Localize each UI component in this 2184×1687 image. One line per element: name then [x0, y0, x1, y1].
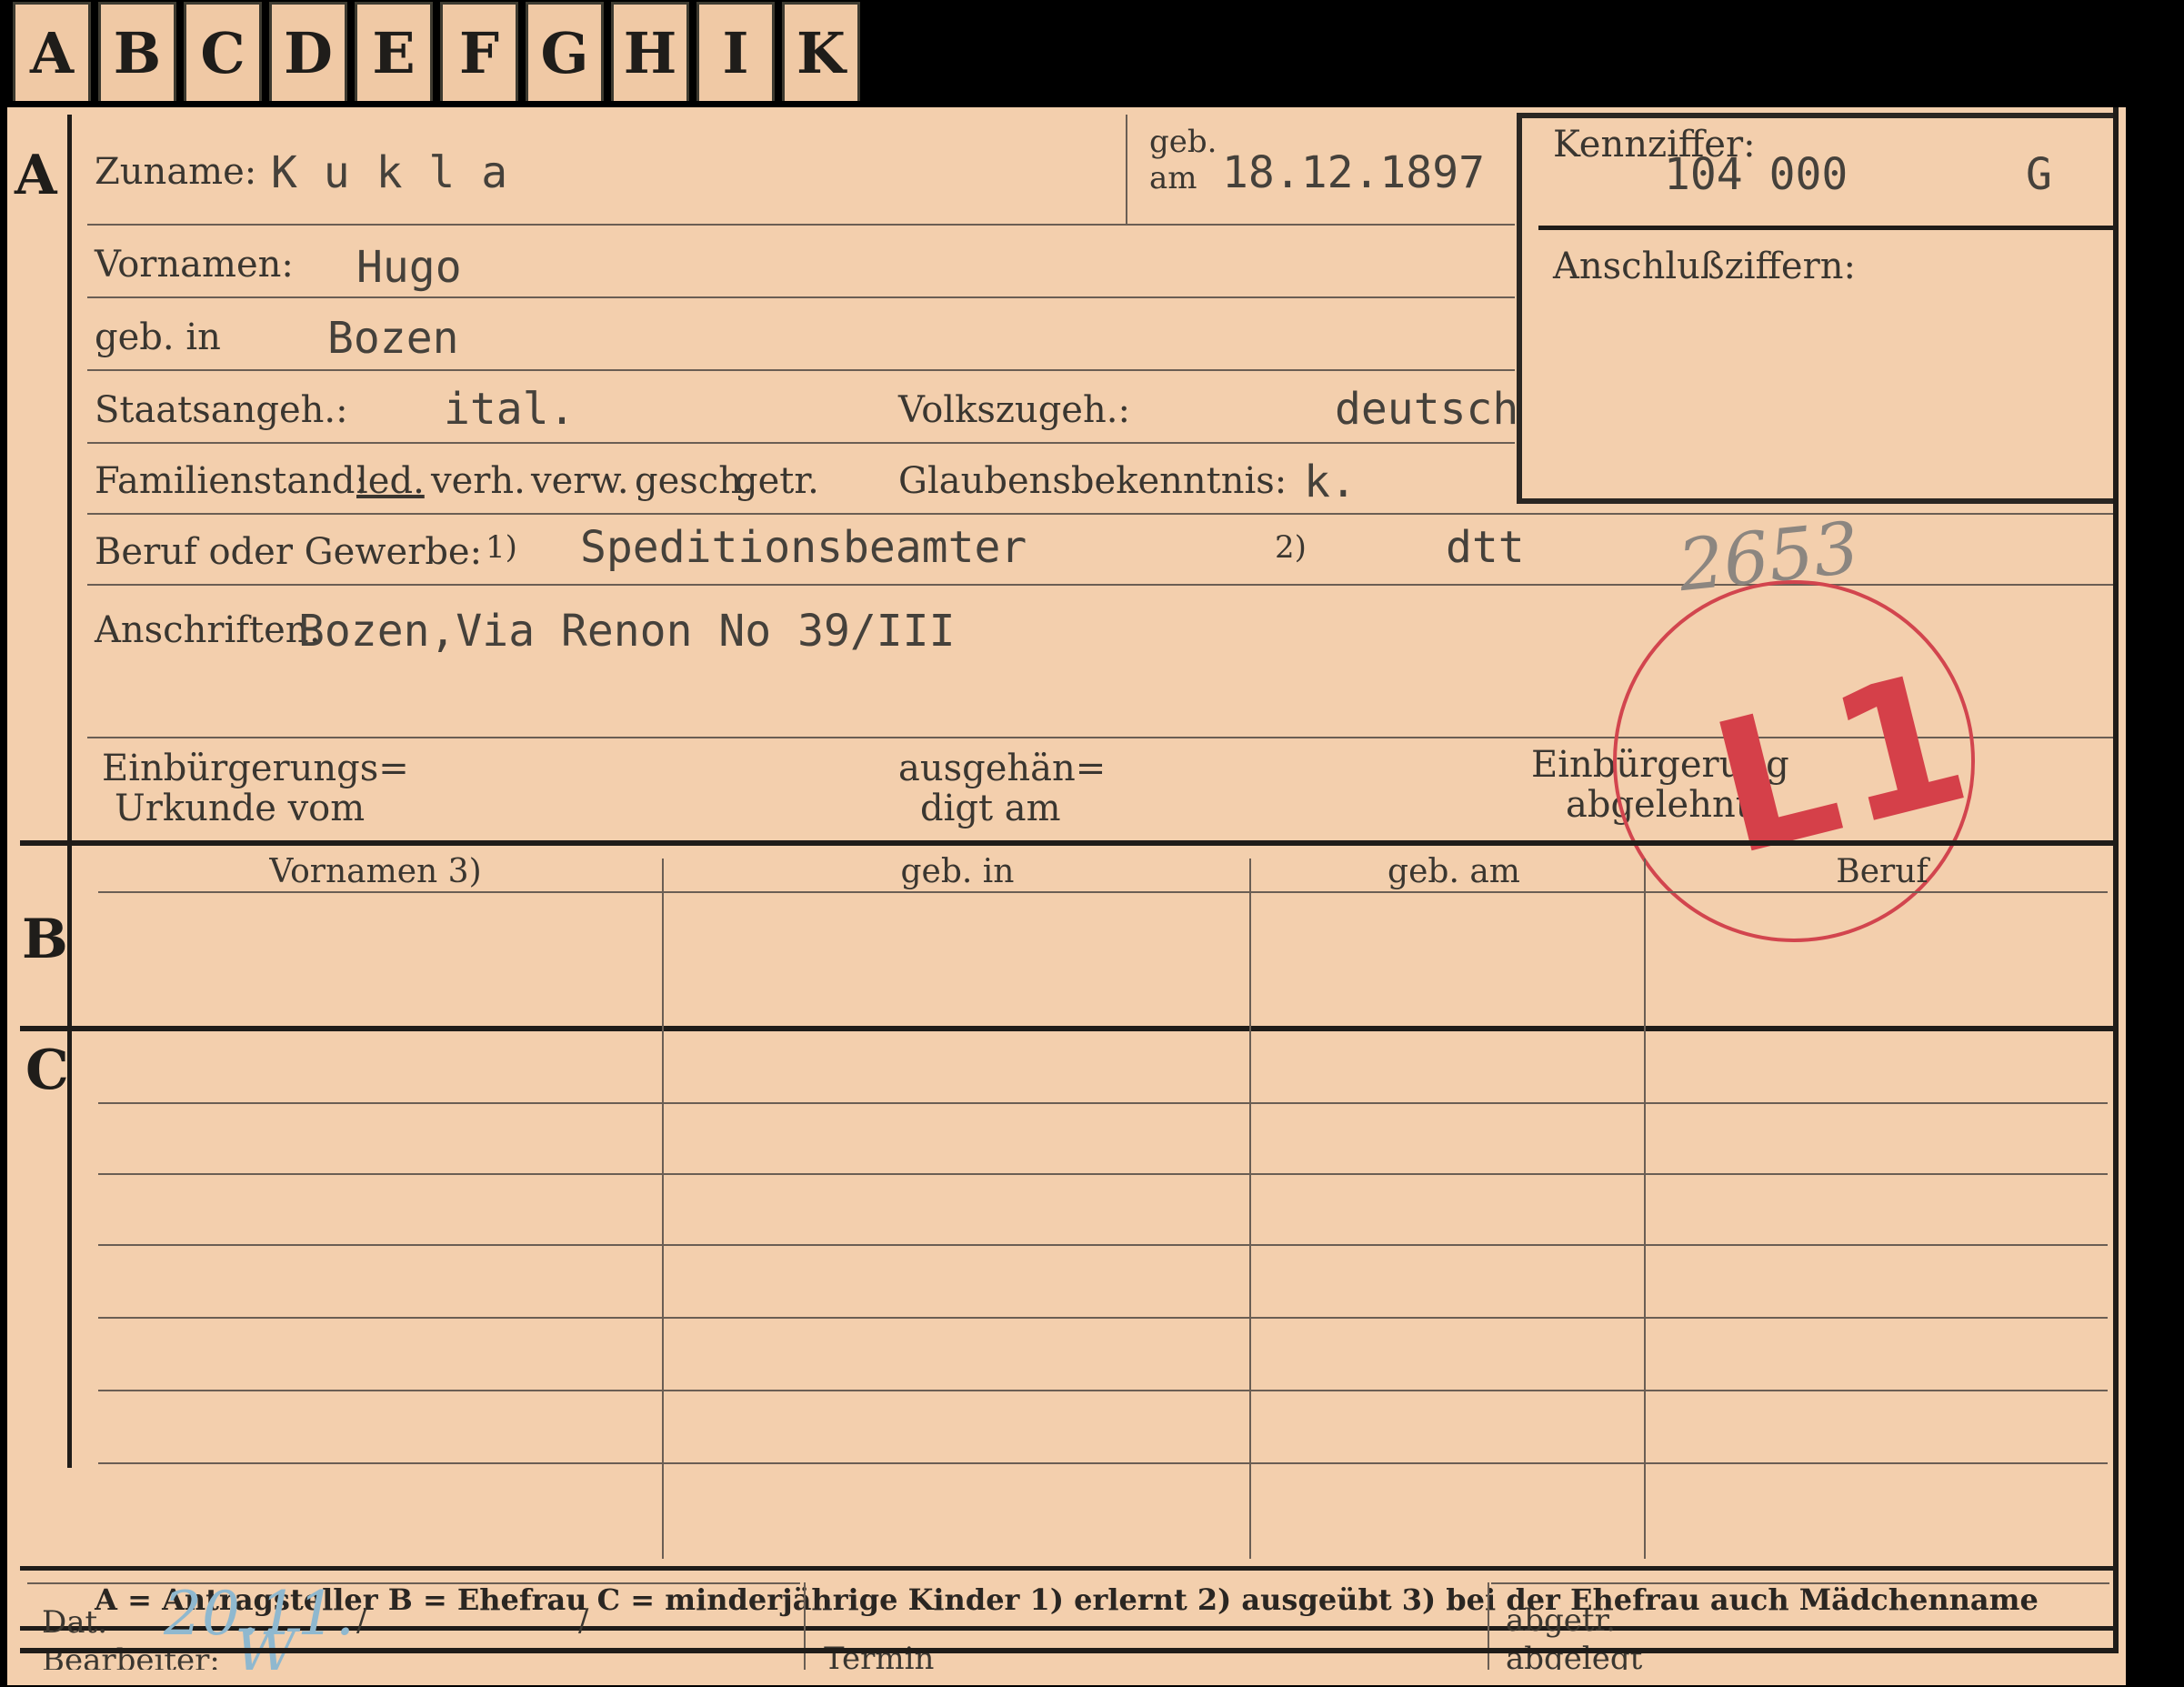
einbuergerungs-label: Einbürgerungs= — [102, 748, 409, 789]
dat-separator: / — [578, 1602, 589, 1639]
am-label: am — [1149, 160, 1197, 196]
section-b-letter: B — [22, 908, 68, 971]
anschriften-label: Anschriften: — [95, 609, 322, 651]
index-tab[interactable]: A — [13, 2, 91, 101]
rule — [87, 296, 1515, 298]
section-c-letter: C — [25, 1039, 69, 1102]
beruf-label: Beruf oder Gewerbe: — [95, 531, 483, 573]
index-tab[interactable]: D — [269, 2, 347, 101]
rule — [27, 1582, 800, 1584]
kennziffer-value: 104 000 — [1664, 149, 1848, 200]
familienstand-option: verh. — [431, 460, 526, 502]
rule — [87, 369, 1515, 371]
ausgehaen-label: ausgehän= — [898, 748, 1107, 789]
abgetr-label: abgetr. — [1506, 1602, 1616, 1639]
urkunde-label: Urkunde vom — [115, 788, 366, 829]
card-bottom-border — [20, 1648, 2113, 1653]
legend-top-border — [20, 1566, 2113, 1571]
glaubens-label: Glaubensbekenntnis: — [898, 460, 1287, 502]
card-bottom-strip — [7, 1670, 2126, 1685]
familienstand-option: verw. — [531, 460, 629, 502]
column-header-geb-am: geb. am — [1388, 853, 1520, 890]
dat-value: 20.11. — [164, 1579, 355, 1649]
rule — [98, 1173, 2108, 1175]
divider — [1126, 115, 1127, 224]
rule — [98, 1102, 2108, 1104]
section-b-top-border — [20, 840, 2113, 846]
staatsangeh-value: ital. — [444, 384, 576, 435]
zuname-value: K u k l a — [271, 147, 508, 198]
geb-in-value: Bozen — [327, 313, 459, 364]
dat-separator: / — [356, 1602, 367, 1639]
anschriften-value: Bozen,Via Renon No 39/III — [298, 606, 956, 657]
beruf-value1: Speditionsbeamter — [580, 522, 1027, 573]
column-divider — [662, 859, 664, 1559]
column-divider — [1644, 859, 1646, 1559]
column-divider — [804, 1582, 806, 1646]
index-tabs: A B C D E F G H I K — [13, 2, 867, 109]
registration-card: A Zuname: K u k l a geb. am 18.12.1897 K… — [7, 107, 2126, 1687]
beruf-note2: 2) — [1275, 529, 1307, 566]
rule — [98, 1390, 2108, 1391]
section-a-letter: A — [15, 144, 57, 207]
staatsangeh-label: Staatsangeh.: — [95, 389, 348, 431]
familienstand-option-selected: led. — [356, 460, 425, 502]
volkszugeh-value: deutsch — [1335, 384, 1519, 435]
section-c-top-border — [20, 1026, 2113, 1031]
vornamen-value: Hugo — [356, 242, 462, 293]
index-tab[interactable]: E — [355, 2, 433, 101]
index-tab[interactable]: B — [98, 2, 176, 101]
column-header-beruf: Beruf — [1836, 853, 1929, 890]
section-a-left-border — [67, 115, 72, 1468]
familienstand-label: Familienstand: — [95, 460, 367, 502]
vornamen-label: Vornamen: — [95, 244, 294, 286]
rule — [98, 1244, 2108, 1246]
beruf-note1: 1) — [486, 529, 517, 566]
column-header-geb-in: geb. in — [900, 853, 1015, 890]
beruf-value2: dtt — [1446, 522, 1525, 573]
index-tab[interactable]: K — [782, 2, 860, 101]
rule — [1491, 1582, 2109, 1584]
rule — [98, 891, 2108, 893]
column-header-vornamen: Vornamen 3) — [269, 853, 482, 890]
index-tab[interactable]: C — [184, 2, 262, 101]
kennziffer-suffix: G — [2026, 149, 2052, 200]
rule — [87, 442, 1515, 444]
birth-date-value: 18.12.1897 — [1222, 147, 1485, 198]
card-right-border — [2113, 107, 2119, 1653]
index-tab[interactable]: I — [696, 2, 775, 101]
dat-label: Dat. — [42, 1604, 108, 1641]
rule — [98, 1317, 2108, 1319]
zuname-label: Zuname: — [95, 151, 257, 193]
geb-in-label: geb. in — [95, 316, 221, 358]
anschluss-label: Anschlußziffern: — [1553, 246, 1856, 287]
familienstand-option: getr. — [735, 460, 819, 502]
geb-label: geb. — [1149, 124, 1217, 160]
rule — [87, 224, 1515, 226]
kennziffer-divider — [1538, 226, 2113, 230]
column-divider — [1249, 859, 1251, 1559]
index-tab[interactable]: F — [440, 2, 518, 101]
column-divider — [1488, 1582, 1489, 1646]
index-tab[interactable]: G — [526, 2, 604, 101]
index-tab[interactable]: H — [611, 2, 689, 101]
glaubens-value: k. — [1304, 457, 1357, 507]
volkszugeh-label: Volkszugeh.: — [898, 389, 1130, 431]
rule — [98, 1462, 2108, 1464]
digt-am-label: digt am — [920, 788, 1061, 829]
